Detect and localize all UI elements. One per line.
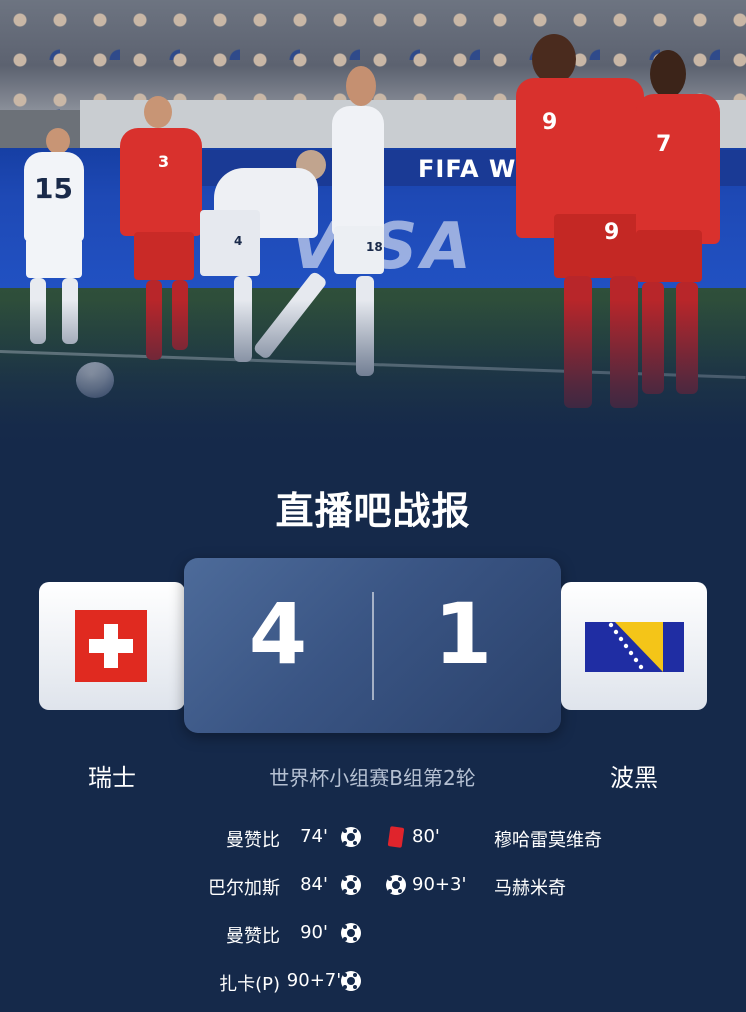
home-event-minute: 74' [300,826,328,847]
home-event-player: 巴尔加斯 [208,878,280,899]
away-team-card [561,582,707,710]
away-team-name: 波黑 [610,764,658,792]
home-event-player: 曼赞比 [226,830,280,851]
match-info: 世界杯小组赛B组第2轮 [269,766,476,790]
away-score: 1 [433,585,493,683]
goal-icon [341,875,361,895]
goal-icon [341,971,361,991]
home-event-minute: 90+7' [286,970,342,991]
event-row: 曼赞比 90' [0,916,746,964]
goal-icon [341,827,361,847]
match-events: 曼赞比 74' 80' 穆哈雷莫维奇 巴尔加斯 84' 90+3' 马赫米奇 曼… [0,820,746,1012]
bosnia-herzegovina-flag-icon [585,622,684,672]
event-row: 曼赞比 74' 80' 穆哈雷莫维奇 [0,820,746,868]
home-score: 4 [248,585,308,683]
home-event-player: 曼赞比 [226,926,280,947]
home-team-name: 瑞士 [88,764,136,792]
match-photo: FIFA WORL VISA 15 3 4 18 [0,0,746,450]
goal-icon [341,923,361,943]
home-team-card [39,582,185,710]
home-event-minute: 84' [300,874,328,895]
switzerland-flag-icon [75,610,147,682]
brand-title: 直播吧战报 [275,489,471,533]
home-event-minute: 90' [300,922,328,943]
away-event-player: 马赫米奇 [494,878,566,899]
event-row: 巴尔加斯 84' 90+3' 马赫米奇 [0,868,746,916]
away-event-player: 穆哈雷莫维奇 [494,830,602,851]
red-card-icon [387,826,405,848]
away-event-minute: 90+3' [412,874,467,895]
goal-icon [386,875,406,895]
event-row: 扎卡(P) 90+7' [0,964,746,1012]
away-event-minute: 80' [412,826,440,847]
score-divider [372,592,374,700]
home-event-player: 扎卡(P) [219,974,280,995]
